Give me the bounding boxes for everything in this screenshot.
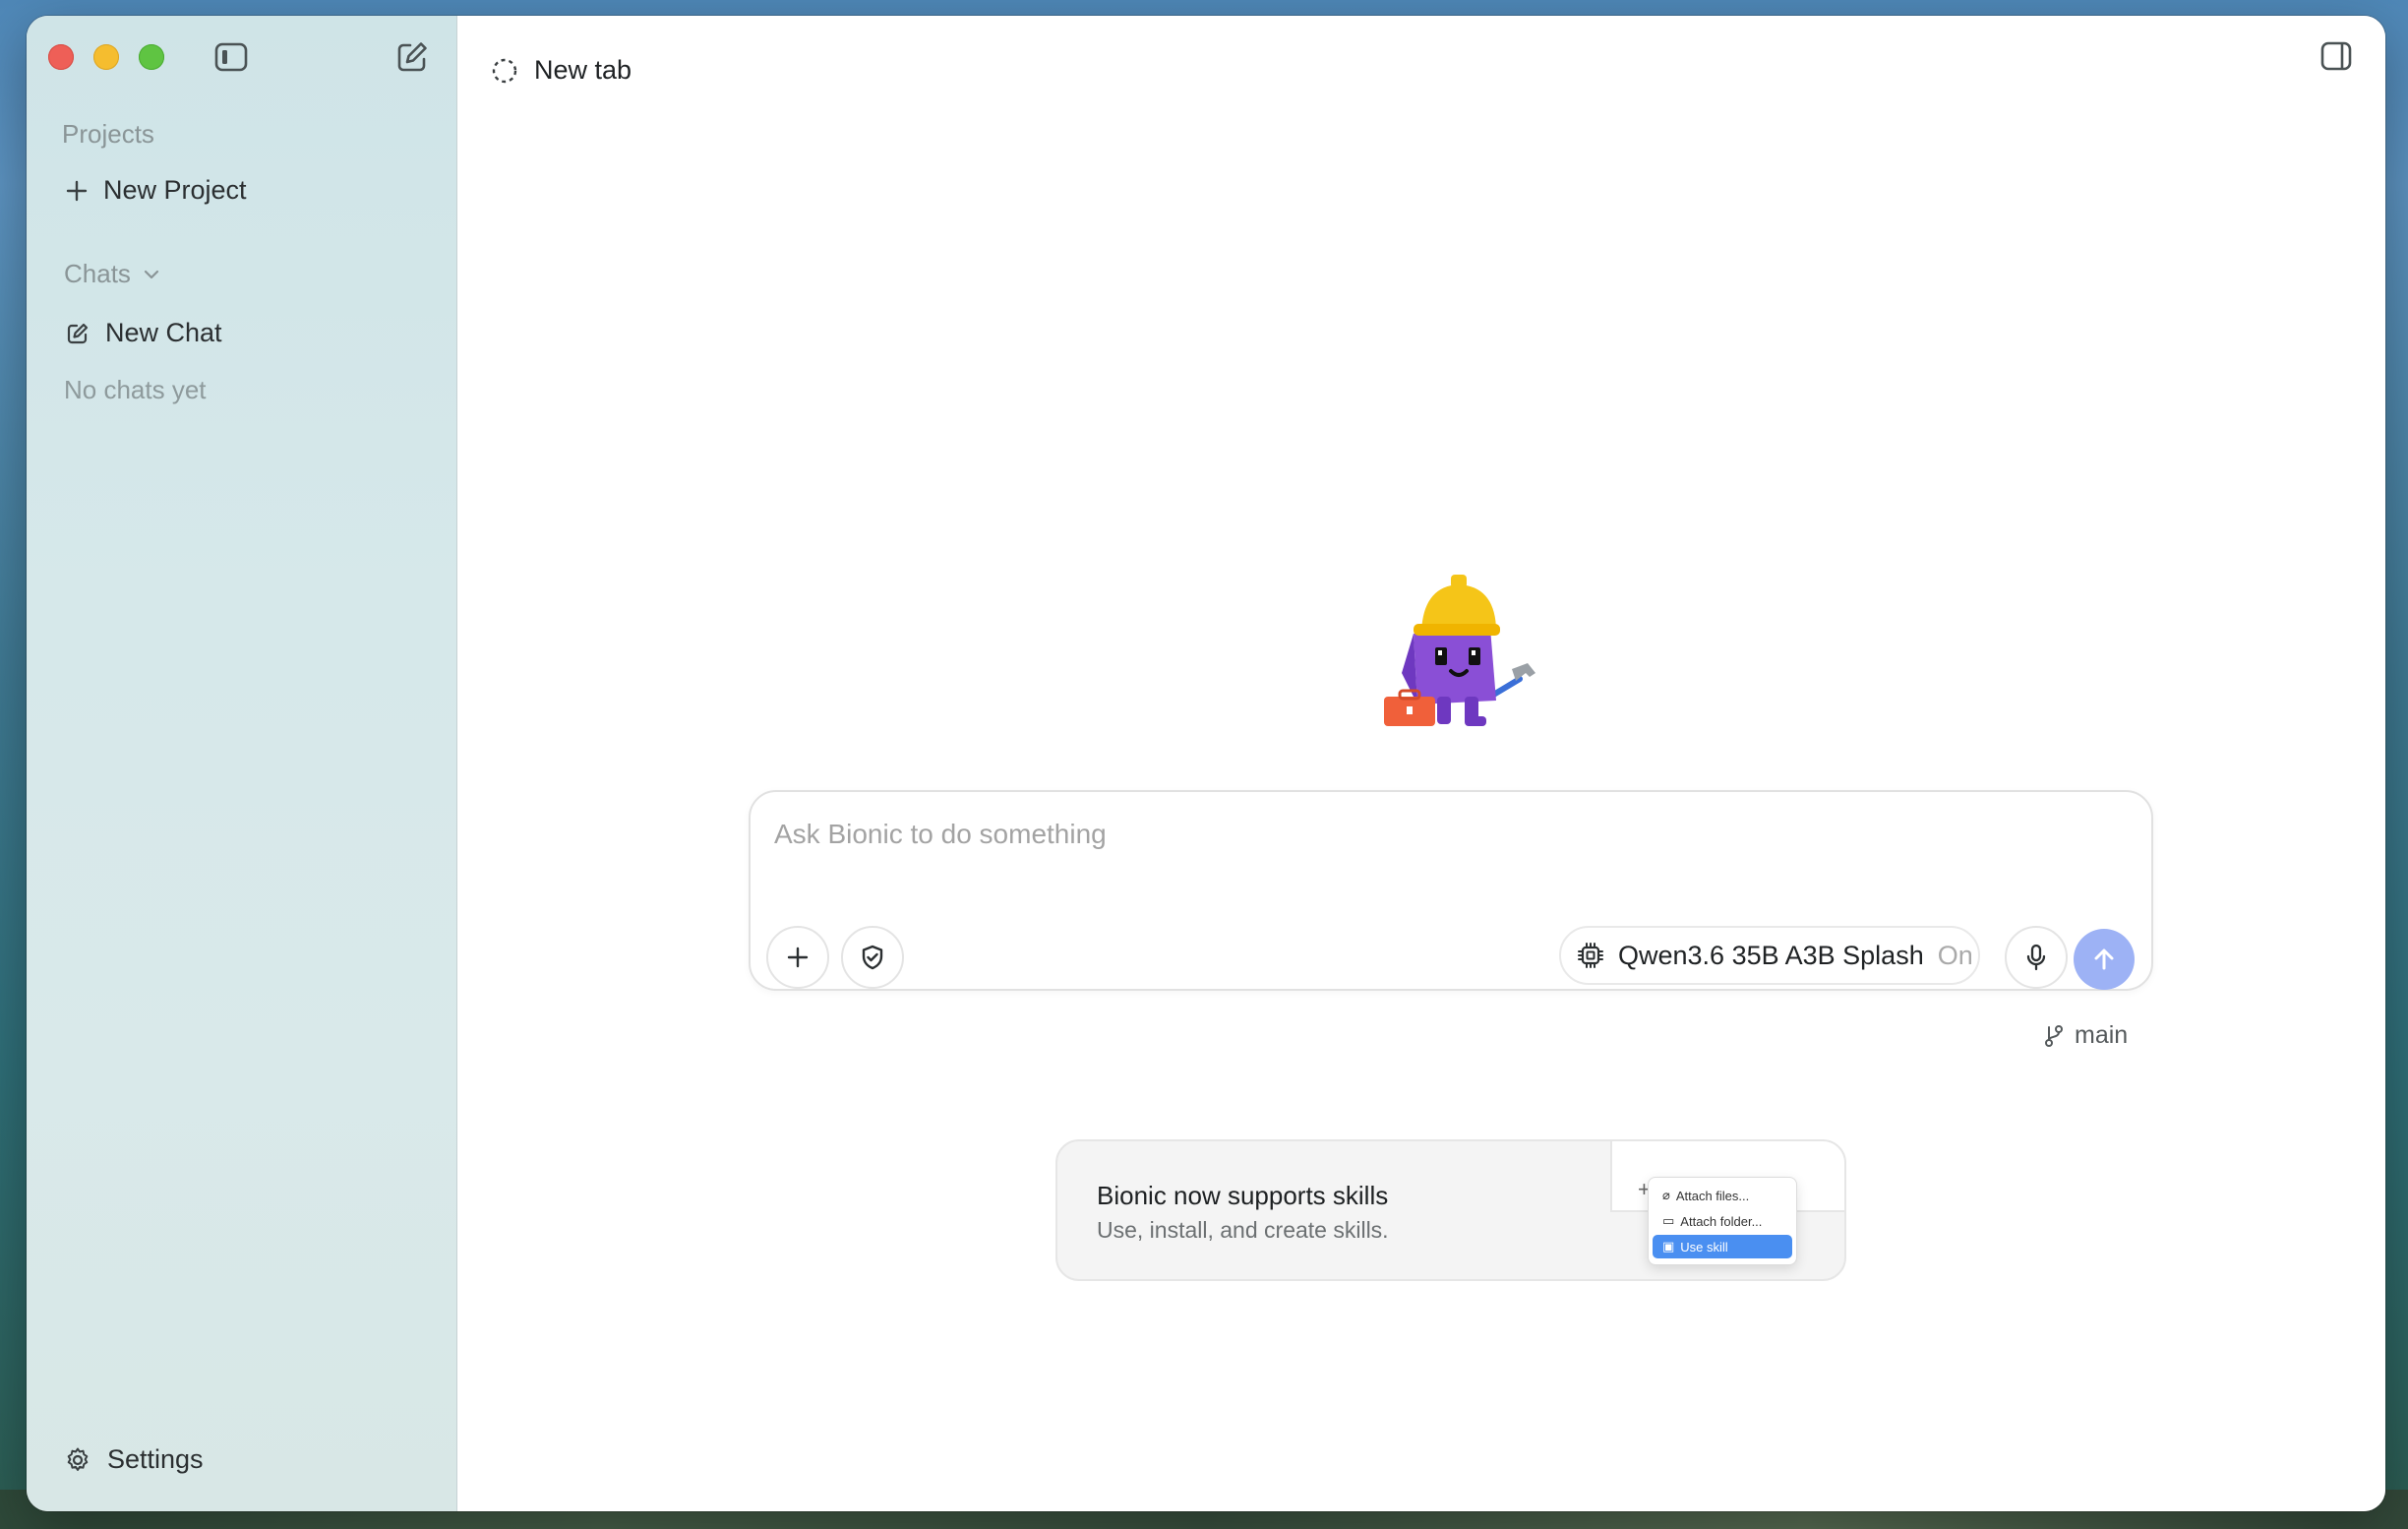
settings-button[interactable]: Settings <box>64 1444 204 1475</box>
chevron-down-icon <box>144 270 159 278</box>
new-project-label: New Project <box>103 175 247 205</box>
preview-menu-item-label: Attach files... <box>1675 1188 1750 1203</box>
voice-input-button[interactable] <box>2005 926 2068 989</box>
arrow-up-icon <box>2094 948 2114 970</box>
new-project-button[interactable]: New Project <box>66 175 247 206</box>
sidebar: Projects New Project Chats New Chat No c… <box>27 16 457 1511</box>
new-chat-label: New Chat <box>105 318 222 347</box>
compose-icon[interactable] <box>394 39 430 75</box>
gear-icon <box>67 1447 89 1471</box>
mascot-illustration <box>1384 575 1535 726</box>
paperclip-icon: ⌀ <box>1662 1188 1670 1202</box>
chats-section-toggle[interactable]: Chats <box>64 259 160 289</box>
skills-card-title: Bionic now supports skills <box>1097 1181 1389 1210</box>
window-close-button[interactable] <box>48 44 74 70</box>
send-button[interactable] <box>2074 929 2135 990</box>
skill-icon: ▣ <box>1662 1239 1675 1254</box>
window-minimize-button[interactable] <box>93 44 119 70</box>
microphone-icon <box>2026 944 2046 971</box>
prompt-input[interactable] <box>772 814 2055 855</box>
branch-name: main <box>2075 1021 2129 1049</box>
model-selector[interactable]: Qwen3.6 35B A3B Splash On <box>1559 926 1980 985</box>
app-window: Projects New Project Chats New Chat No c… <box>27 16 2385 1511</box>
folder-icon: ▭ <box>1662 1213 1675 1228</box>
shield-check-icon <box>862 945 883 970</box>
plus-icon <box>787 947 809 968</box>
preview-menu-item-label: Attach folder... <box>1680 1213 1763 1229</box>
skills-card-subtitle: Use, install, and create skills. <box>1097 1217 1389 1243</box>
model-name: Qwen3.6 35B A3B Splash <box>1618 940 1924 970</box>
window-maximize-button[interactable] <box>139 44 164 70</box>
settings-label: Settings <box>107 1444 204 1474</box>
empty-chats-text: No chats yet <box>64 375 207 404</box>
right-panel-toggle-icon[interactable] <box>2320 41 2352 71</box>
skills-announcement-card[interactable]: Bionic now supports skills Use, install,… <box>1055 1139 1846 1281</box>
chip-icon <box>1578 943 1603 968</box>
git-branch-icon <box>2045 1024 2063 1047</box>
preview-menu-item-label: Use skill <box>1680 1239 1728 1254</box>
skills-preview-menu: ⌀ Attach files... ▭ Attach folder... ▣ U… <box>1648 1177 1797 1265</box>
new-chat-button[interactable]: New Chat <box>66 318 222 348</box>
model-status: On <box>1937 940 1973 970</box>
permissions-button[interactable] <box>841 926 904 989</box>
preview-menu-item-selected: ▣ Use skill <box>1653 1235 1792 1258</box>
plus-icon <box>66 180 88 201</box>
composer: Qwen3.6 35B A3B Splash On <box>749 790 2153 991</box>
main-panel: New tab Ask Bionic to do something Qwen3… <box>457 16 2385 1511</box>
compose-icon <box>67 323 89 343</box>
attach-button[interactable] <box>766 926 829 989</box>
preview-menu-item: ▭ Attach folder... <box>1653 1209 1792 1233</box>
projects-section-label: Projects <box>62 119 154 149</box>
chats-section-label: Chats <box>64 259 131 288</box>
branch-selector[interactable]: main <box>2043 1021 2128 1050</box>
sidebar-toggle-icon[interactable] <box>214 42 248 72</box>
tab-new[interactable]: New tab <box>491 55 632 86</box>
loading-circle-icon <box>492 58 517 83</box>
preview-menu-item: ⌀ Attach files... <box>1653 1184 1792 1207</box>
tab-title: New tab <box>534 55 632 85</box>
